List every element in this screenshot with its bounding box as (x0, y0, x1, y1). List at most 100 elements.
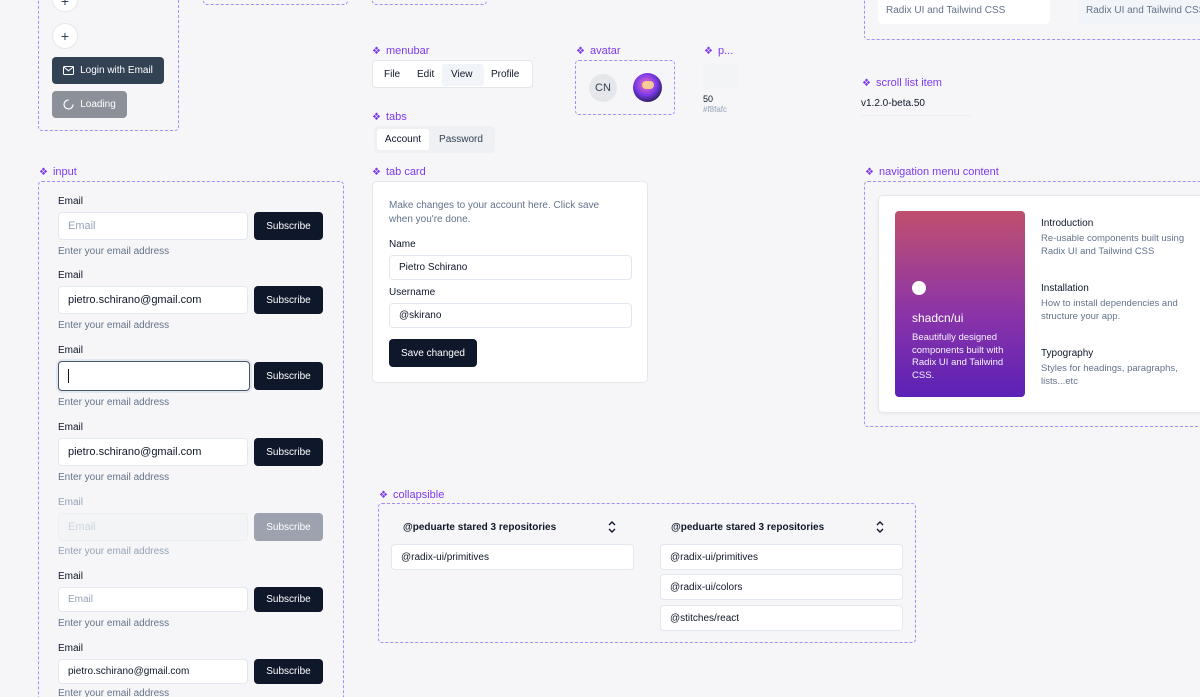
menubar-item-view[interactable]: View (442, 64, 484, 86)
nav-item-installation[interactable]: Installation How to install dependencies… (1041, 283, 1200, 323)
tab-password-label: Password (439, 134, 483, 145)
component-icon: ❖ (39, 166, 48, 178)
menubar-item-edit[interactable]: Edit (417, 69, 434, 80)
nav-menu-label-text: navigation menu content (878, 166, 999, 178)
mail-icon (63, 66, 75, 75)
tabs-list: Account Password (374, 126, 495, 153)
email-field[interactable]: pietro.schirano@gmail.com (58, 659, 248, 684)
nav-item-introduction[interactable]: Introduction Re-usable components built … (1041, 218, 1200, 258)
top-right-text-b: Radix UI and Tailwind CSS (1086, 5, 1200, 16)
avatar-face-shape (642, 81, 654, 89)
email-label: Email (58, 345, 84, 356)
login-with-email-button[interactable]: Login with Email (52, 57, 164, 84)
loading-button-label: Loading (80, 99, 116, 110)
collapsible-right-title: @peduarte stared 3 repositories (671, 522, 825, 533)
subscribe-button[interactable]: Subscribe (254, 659, 323, 684)
subscribe-button-disabled: Subscribe (254, 513, 323, 541)
component-icon: ❖ (704, 45, 713, 57)
brand-card[interactable]: shadcn/ui Beautifully designed component… (895, 211, 1025, 397)
collapsible-toggle-right[interactable] (869, 517, 891, 537)
save-button[interactable]: Save changed (389, 339, 477, 367)
nav-item-title: Installation (1041, 283, 1089, 294)
username-label: Username (389, 287, 436, 298)
collapsible-label-text: collapsible (392, 489, 445, 501)
nav-menu-content: shadcn/ui Beautifully designed component… (878, 195, 1200, 413)
progress-label-text: p... (717, 45, 734, 57)
component-icon: ❖ (372, 45, 381, 57)
email-field[interactable]: pietro.schirano@gmail.com (58, 438, 248, 466)
email-label: Email (58, 571, 84, 582)
menubar-label-text: menubar (385, 45, 430, 57)
email-field[interactable]: Email (58, 212, 248, 240)
input-frame-label: ❖ input (39, 166, 77, 178)
menubar-frame-label: ❖ menubar (372, 45, 429, 57)
top-frame-b (372, 0, 487, 5)
component-icon: ❖ (372, 111, 381, 123)
top-right-text-a: Radix UI and Tailwind CSS (886, 5, 1006, 16)
nav-item-desc: Styles for headings, paragraphs, lists..… (1041, 363, 1178, 387)
login-button-label: Login with Email (80, 65, 153, 76)
email-help-text: Enter your email address (58, 688, 170, 697)
collapsible-toggle-left[interactable] (601, 517, 623, 537)
tab-card-label-text: tab card (385, 166, 426, 178)
subscribe-button[interactable]: Subscribe (254, 587, 323, 612)
progress-value: 50 (703, 94, 714, 104)
email-label: Email (58, 270, 84, 281)
nav-item-desc: Re-usable components built using Radix U… (1041, 233, 1185, 257)
username-field[interactable]: @skirano (389, 303, 632, 328)
nav-item-title: Introduction (1041, 218, 1094, 229)
tab-account[interactable]: Account (377, 129, 429, 150)
email-label: Email (58, 196, 84, 207)
menubar: File Edit View Profile (372, 60, 533, 88)
menubar-item-profile[interactable]: Profile (491, 69, 519, 80)
scroll-list-label-text: scroll list item (875, 77, 942, 89)
email-help-text: Enter your email address (58, 397, 170, 408)
subscribe-button[interactable]: Subscribe (254, 212, 323, 240)
repo-item: @stitches/react (660, 605, 903, 631)
email-field[interactable]: Email (58, 587, 248, 612)
subscribe-button[interactable]: Subscribe (254, 286, 323, 314)
component-icon: ❖ (372, 166, 381, 178)
plus-button[interactable]: + (52, 23, 78, 49)
brand-title: shadcn/ui (912, 311, 964, 325)
nav-menu-frame-label: ❖ navigation menu content (865, 166, 999, 178)
email-field[interactable]: pietro.schirano@gmail.com (58, 286, 248, 314)
top-right-card-a: Radix UI and Tailwind CSS (878, 0, 1050, 24)
menubar-item-file[interactable]: File (384, 69, 400, 80)
repo-item: @radix-ui/primitives (391, 544, 634, 570)
scroll-list-item[interactable]: v1.2.0-beta.50 (861, 98, 971, 116)
avatar-fallback: CN (589, 74, 617, 102)
name-field[interactable]: Pietro Schirano (389, 255, 632, 280)
tab-password[interactable]: Password (432, 129, 490, 150)
top-right-card-b: Radix UI and Tailwind CSS (1078, 0, 1200, 24)
tab-account-label: Account (384, 134, 422, 145)
email-label: Email (58, 643, 84, 654)
brand-logo-icon (912, 281, 926, 295)
subscribe-button[interactable]: Subscribe (254, 362, 323, 390)
input-label-text: input (52, 166, 77, 178)
collapsible-frame-label: ❖ collapsible (379, 489, 444, 501)
avatar-initials: CN (595, 82, 611, 94)
email-help-text: Enter your email address (58, 546, 170, 557)
chevrons-up-down-icon (608, 521, 616, 533)
plus-icon: + (60, 28, 70, 44)
tab-card-frame-label: ❖ tab card (372, 166, 426, 178)
email-help-text: Enter your email address (58, 246, 170, 257)
nav-item-desc: How to install dependencies and structur… (1041, 298, 1178, 322)
tab-card: Make changes to your account here. Click… (372, 181, 648, 383)
nav-item-typography[interactable]: Typography Styles for headings, paragrap… (1041, 348, 1200, 388)
subscribe-button[interactable]: Subscribe (254, 438, 323, 466)
component-icon: ❖ (862, 77, 871, 89)
progress-frame-label: ❖ p... (704, 45, 733, 57)
avatar-label-text: avatar (589, 45, 621, 57)
loading-button[interactable]: Loading (52, 91, 127, 118)
repo-item: @radix-ui/colors (660, 574, 903, 600)
component-icon: ❖ (576, 45, 585, 57)
top-frame-a (203, 0, 348, 5)
email-field-focused[interactable] (58, 361, 250, 391)
color-swatch (703, 63, 739, 89)
brand-description: Beautifully designed components built wi… (912, 332, 1004, 381)
color-hex: #f8fafc (703, 105, 728, 114)
email-help-text: Enter your email address (58, 472, 170, 483)
repo-item: @radix-ui/primitives (660, 544, 903, 570)
